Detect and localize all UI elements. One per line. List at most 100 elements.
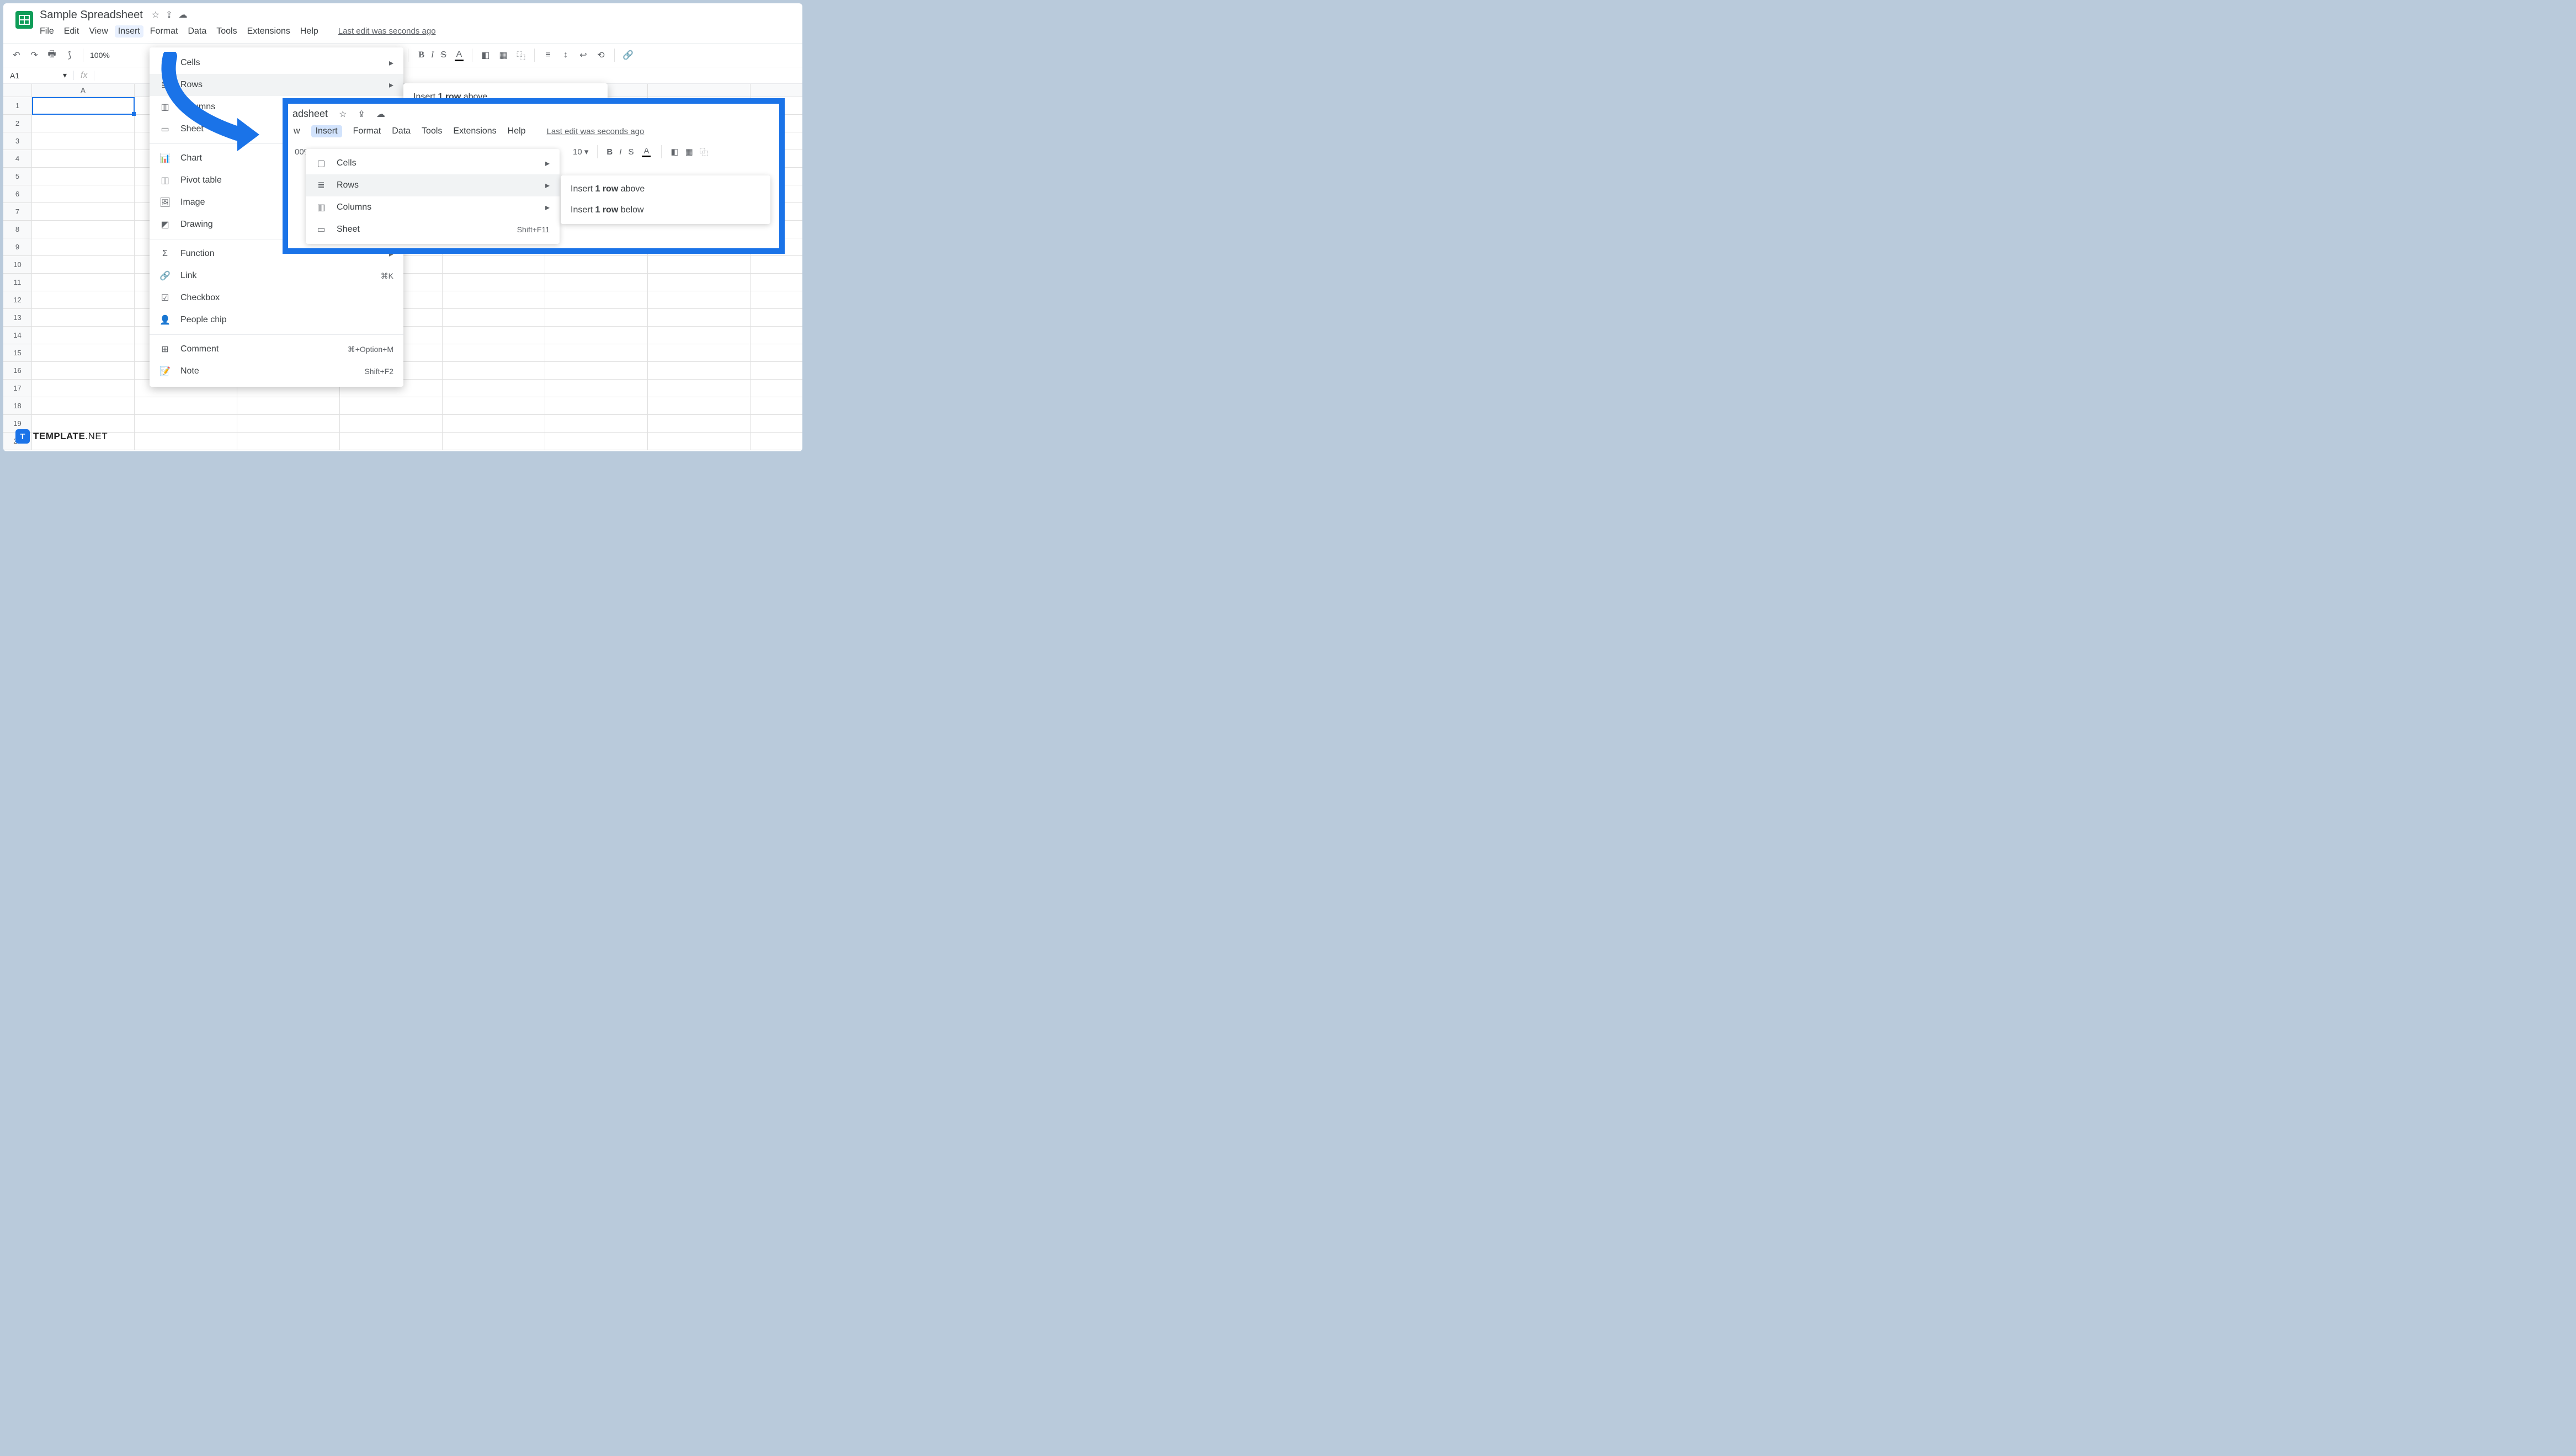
dd-comment[interactable]: ⊞Comment⌘+Option+M xyxy=(150,338,403,360)
co-menu-insert[interactable]: Insert xyxy=(311,125,342,137)
row-header[interactable]: 15 xyxy=(3,344,32,361)
menu-insert[interactable]: Insert xyxy=(115,25,143,38)
co-menu-format[interactable]: Format xyxy=(353,126,381,136)
row-header[interactable]: 11 xyxy=(3,274,32,291)
row-header[interactable]: 13 xyxy=(3,309,32,326)
co-dd-rows[interactable]: ≣Rows▸ xyxy=(306,174,560,196)
move-icon[interactable]: ⇪ xyxy=(166,10,173,20)
grid-cell[interactable] xyxy=(545,291,648,308)
select-all-corner[interactable] xyxy=(3,84,32,97)
co-text-color[interactable]: A xyxy=(640,146,652,157)
halign-icon[interactable]: ≡ xyxy=(541,49,555,62)
grid-cell[interactable] xyxy=(648,415,751,432)
co-dd-cells[interactable]: ▢Cells▸ xyxy=(306,152,560,174)
grid-cell[interactable] xyxy=(32,327,135,344)
grid-cell[interactable] xyxy=(32,380,135,397)
grid-cell[interactable] xyxy=(648,380,751,397)
row-header[interactable]: 3 xyxy=(3,132,32,150)
star-icon[interactable]: ☆ xyxy=(152,10,159,20)
grid-cell[interactable] xyxy=(443,274,545,291)
grid-cell[interactable] xyxy=(443,256,545,273)
zoom-select[interactable]: 100% xyxy=(90,51,110,60)
grid-cell[interactable] xyxy=(648,327,751,344)
italic-button[interactable]: I xyxy=(431,50,434,60)
co-menu-help[interactable]: Help xyxy=(508,126,526,136)
grid-cell[interactable] xyxy=(340,415,443,432)
menu-view[interactable]: View xyxy=(89,26,108,36)
row-header[interactable]: 2 xyxy=(3,115,32,132)
grid-cell[interactable] xyxy=(443,291,545,308)
valign-icon[interactable]: ↕ xyxy=(559,49,572,62)
grid-cell[interactable] xyxy=(340,433,443,450)
co-italic[interactable]: I xyxy=(619,147,621,157)
link-icon[interactable]: 🔗 xyxy=(621,49,635,62)
row-header[interactable]: 18 xyxy=(3,397,32,414)
co-menu-tools[interactable]: Tools xyxy=(422,126,442,136)
grid-cell[interactable] xyxy=(648,344,751,361)
row-header[interactable]: 4 xyxy=(3,150,32,167)
grid-cell[interactable] xyxy=(443,327,545,344)
document-title[interactable]: Sample Spreadsheet xyxy=(40,9,143,22)
grid-cell[interactable] xyxy=(340,397,443,414)
grid-cell[interactable] xyxy=(32,256,135,273)
co-fontsize[interactable]: 10 ▾ xyxy=(573,147,588,157)
grid-cell[interactable] xyxy=(648,256,751,273)
dd-link[interactable]: 🔗Link⌘K xyxy=(150,265,403,287)
grid-cell[interactable] xyxy=(443,309,545,326)
grid-cell[interactable] xyxy=(32,274,135,291)
co-bold[interactable]: B xyxy=(606,147,613,157)
edit-history[interactable]: Last edit was seconds ago xyxy=(338,26,436,36)
co-dd-sheet[interactable]: ▭SheetShift+F11 xyxy=(306,218,560,241)
co-fill-icon[interactable]: ◧ xyxy=(670,147,678,157)
fill-color-icon[interactable]: ◧ xyxy=(479,49,492,62)
menu-extensions[interactable]: Extensions xyxy=(247,26,290,36)
borders-icon[interactable]: ▦ xyxy=(497,49,510,62)
grid-row[interactable]: 19 xyxy=(3,415,802,433)
grid-cell[interactable] xyxy=(135,397,237,414)
grid-cell[interactable] xyxy=(443,397,545,414)
grid-cell[interactable] xyxy=(443,380,545,397)
co-menu-data[interactable]: Data xyxy=(392,126,411,136)
row-header[interactable]: 1 xyxy=(3,97,32,114)
row-header[interactable]: 14 xyxy=(3,327,32,344)
co-sm-above[interactable]: Insert 1 row above xyxy=(561,179,770,200)
grid-cell[interactable] xyxy=(648,291,751,308)
undo-icon[interactable]: ↶ xyxy=(10,49,23,62)
dd-checkbox[interactable]: ☑Checkbox xyxy=(150,287,403,309)
paint-format-icon[interactable]: ⟆ xyxy=(63,49,76,62)
row-header[interactable]: 16 xyxy=(3,362,32,379)
grid-row[interactable]: 20 xyxy=(3,433,802,450)
grid-row[interactable]: 18 xyxy=(3,397,802,415)
grid-cell[interactable] xyxy=(443,415,545,432)
grid-cell[interactable] xyxy=(545,415,648,432)
rotate-icon[interactable]: ⟲ xyxy=(594,49,608,62)
grid-cell[interactable] xyxy=(443,362,545,379)
grid-cell[interactable] xyxy=(545,380,648,397)
grid-cell[interactable] xyxy=(32,203,135,220)
grid-cell[interactable] xyxy=(32,115,135,132)
grid-cell[interactable] xyxy=(545,327,648,344)
grid-cell[interactable] xyxy=(32,168,135,185)
wrap-icon[interactable]: ↩ xyxy=(577,49,590,62)
grid-cell[interactable] xyxy=(648,274,751,291)
menu-edit[interactable]: Edit xyxy=(64,26,79,36)
grid-cell[interactable] xyxy=(545,433,648,450)
grid-cell[interactable] xyxy=(648,362,751,379)
grid-cell[interactable] xyxy=(32,344,135,361)
grid-cell[interactable] xyxy=(443,344,545,361)
menu-data[interactable]: Data xyxy=(188,26,206,36)
co-edit-history[interactable]: Last edit was seconds ago xyxy=(547,127,645,136)
grid-cell[interactable] xyxy=(545,309,648,326)
grid-cell[interactable] xyxy=(32,150,135,167)
row-header[interactable]: 12 xyxy=(3,291,32,308)
cloud-icon[interactable]: ☁ xyxy=(178,10,187,20)
grid-cell[interactable] xyxy=(237,433,340,450)
grid-cell[interactable] xyxy=(32,291,135,308)
co-sm-below[interactable]: Insert 1 row below xyxy=(561,200,770,221)
row-header[interactable]: 9 xyxy=(3,238,32,255)
row-header[interactable]: 6 xyxy=(3,185,32,202)
merge-icon[interactable]: ⿻ xyxy=(514,49,528,62)
text-color-button[interactable]: A xyxy=(453,50,465,61)
redo-icon[interactable]: ↷ xyxy=(28,49,41,62)
row-header[interactable]: 10 xyxy=(3,256,32,273)
